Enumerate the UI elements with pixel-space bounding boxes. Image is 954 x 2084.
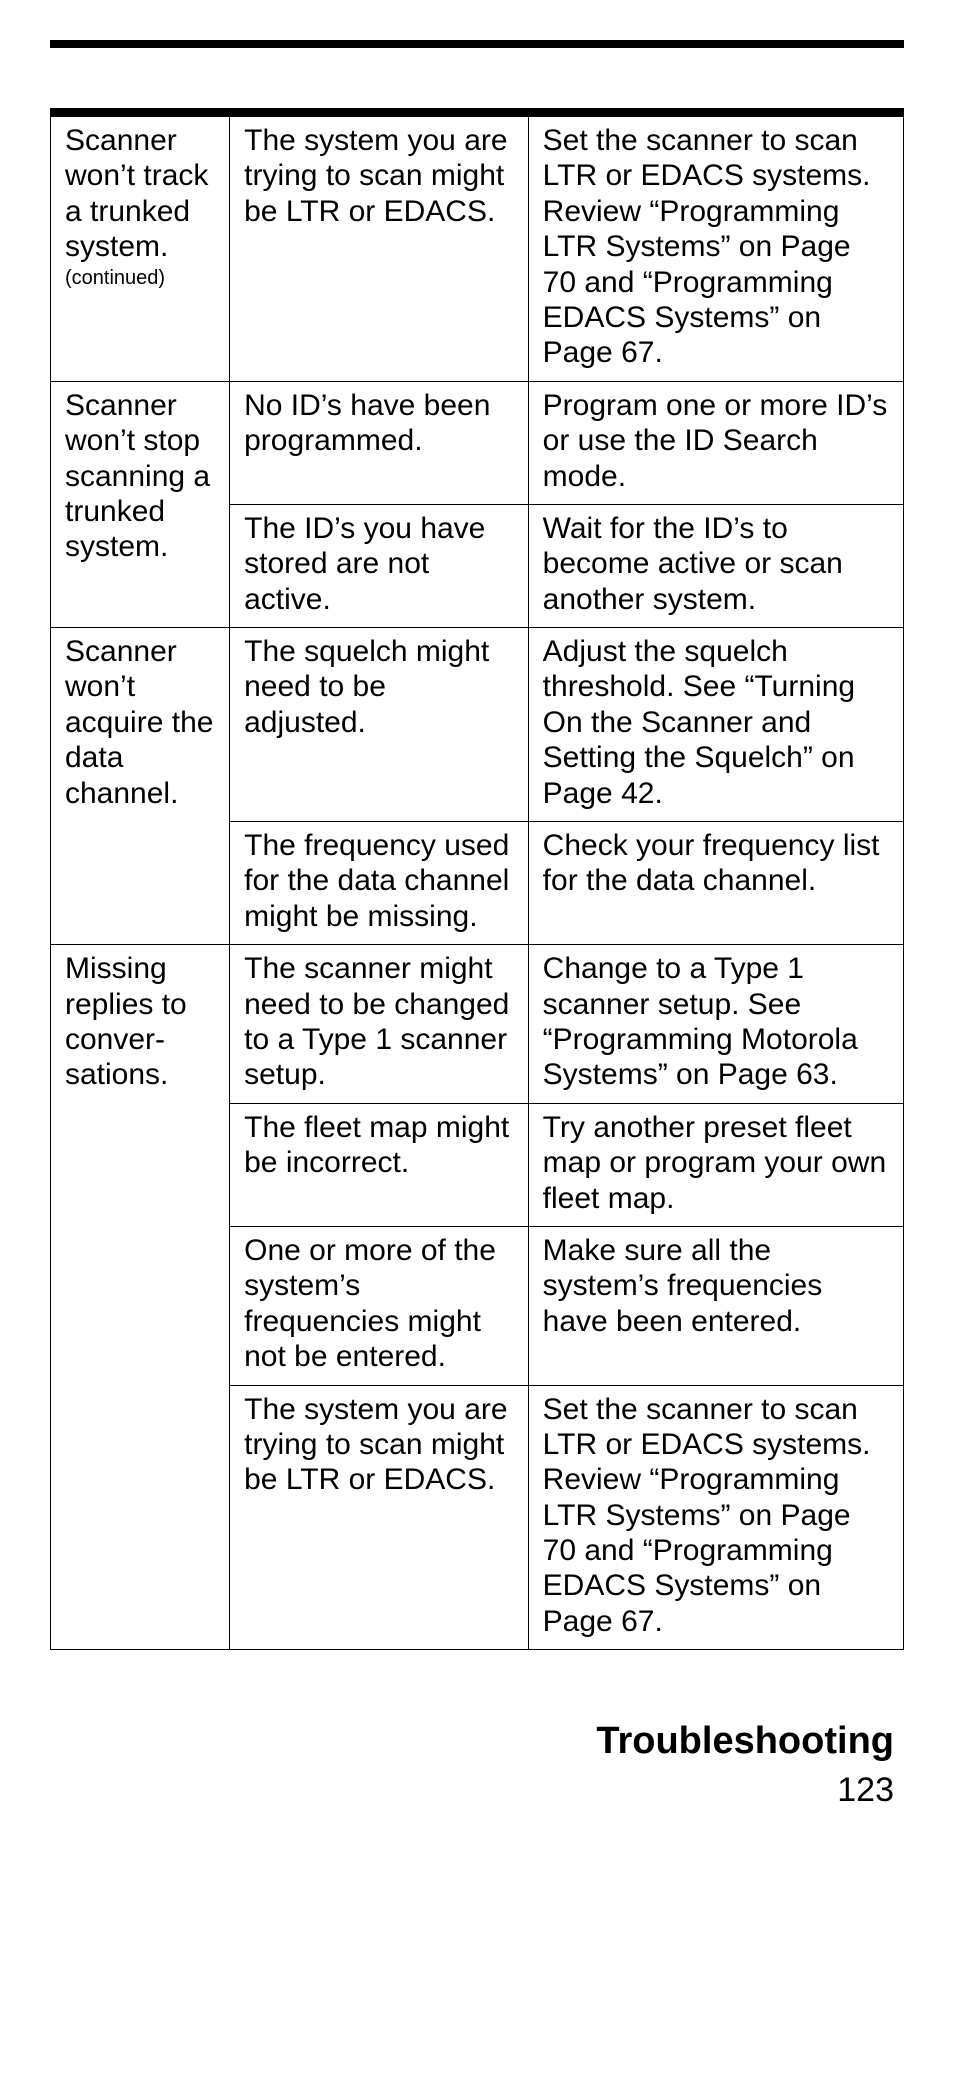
- cause-cell: The squelch might need to be adjusted.: [230, 628, 529, 822]
- page: Scanner won’t track a trunked system. (c…: [0, 0, 954, 1850]
- problem-cell: Scanner won’t track a trunked system. (c…: [51, 117, 230, 382]
- cause-cell: No ID’s have been programmed.: [230, 381, 529, 504]
- cause-cell: The ID’s you have stored are not active.: [230, 504, 529, 627]
- page-number: 123: [50, 1771, 894, 1810]
- troubleshooting-table: Scanner won’t track a trunked system. (c…: [50, 116, 904, 1650]
- table-row: Scanner won’t track a trunked system. (c…: [51, 117, 904, 382]
- table-row: Scanner won’t stop scanning a trunked sy…: [51, 381, 904, 504]
- cause-cell: The system you are trying to scan might …: [230, 117, 529, 382]
- solution-cell: Make sure all the system’s frequencies h…: [528, 1226, 903, 1385]
- solution-cell: Wait for the ID’s to become active or sc…: [528, 504, 903, 627]
- solution-cell: Change to a Type 1 scanner setup. See “P…: [528, 945, 903, 1104]
- problem-text: Scanner won’t track a trunked system.: [65, 124, 208, 263]
- problem-cell: Scanner won’t acquire the data channel.: [51, 628, 230, 945]
- table-row: Scanner won’t acquire the data channel. …: [51, 628, 904, 822]
- solution-cell: Check your frequency list for the data c…: [528, 822, 903, 945]
- problem-cell: Missing replies to conver-sations.: [51, 945, 230, 1650]
- continued-label: (continued): [65, 267, 215, 291]
- solution-cell: Program one or more ID’s or use the ID S…: [528, 381, 903, 504]
- solution-cell: Set the scanner to scan LTR or EDACS sys…: [528, 1385, 903, 1650]
- cause-cell: One or more of the system’s frequencies …: [230, 1226, 529, 1385]
- cause-cell: The fleet map might be incorrect.: [230, 1103, 529, 1226]
- section-title: Troubleshooting: [50, 1720, 894, 1763]
- table-row: Missing replies to conver-sations. The s…: [51, 945, 904, 1104]
- solution-cell: Set the scanner to scan LTR or EDACS sys…: [528, 117, 903, 382]
- top-rule: [50, 40, 904, 48]
- solution-cell: Try another preset fleet map or program …: [528, 1103, 903, 1226]
- cause-cell: The scanner might need to be changed to …: [230, 945, 529, 1104]
- table-top-rule: [50, 108, 904, 116]
- problem-cell: Scanner won’t stop scanning a trunked sy…: [51, 381, 230, 627]
- solution-cell: Adjust the squelch threshold. See “Turni…: [528, 628, 903, 822]
- cause-cell: The frequency used for the data channel …: [230, 822, 529, 945]
- cause-cell: The system you are trying to scan might …: [230, 1385, 529, 1650]
